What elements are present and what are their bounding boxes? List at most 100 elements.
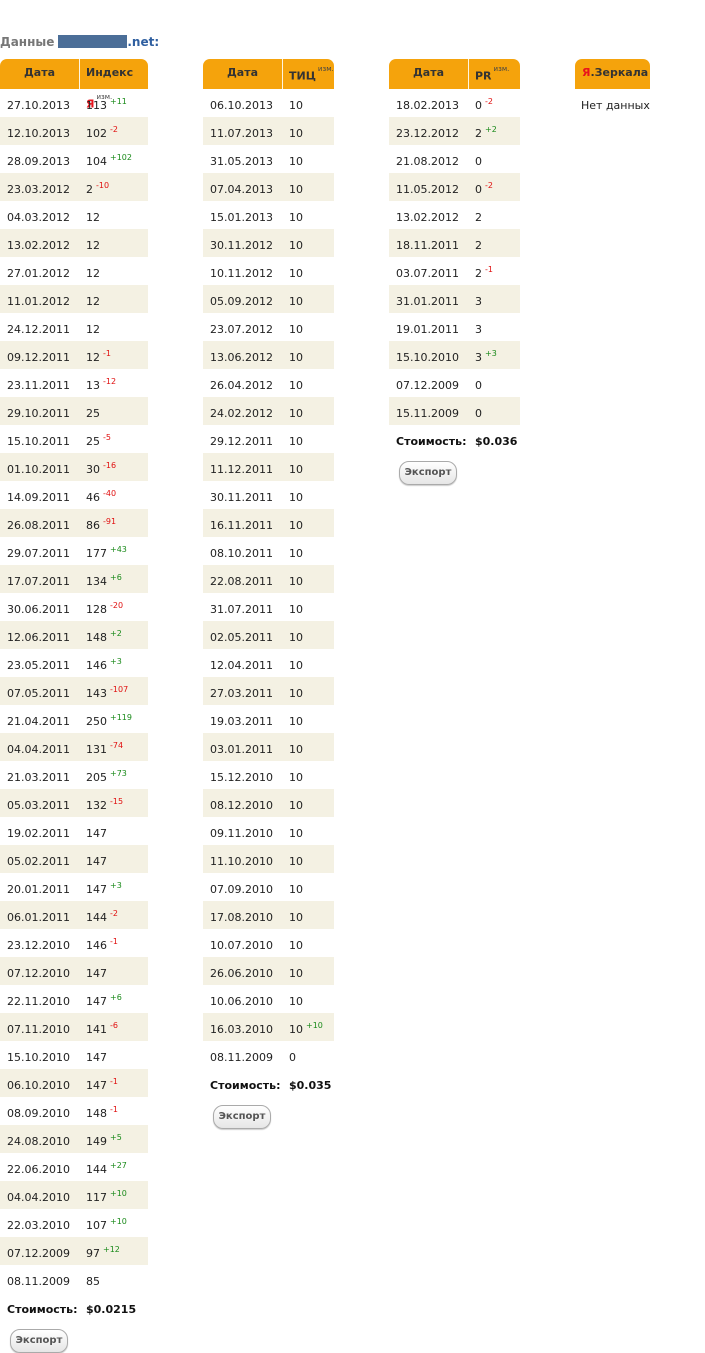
- table-row: 21.04.2011 250 +119: [0, 705, 148, 733]
- row-value-number: 12: [86, 211, 100, 224]
- row-change: -6: [110, 1021, 118, 1030]
- tic-header-value[interactable]: ТИЦизм.: [283, 59, 334, 89]
- row-change: +2: [110, 629, 122, 638]
- row-value-number: 12: [86, 295, 100, 308]
- row-change: -2: [110, 125, 118, 134]
- row-change: -12: [103, 377, 117, 386]
- table-row: 22.06.2010 144 +27: [0, 1153, 148, 1181]
- row-value-number: 2: [475, 267, 482, 280]
- row-value-number: 10: [289, 883, 303, 896]
- row-value-number: 10: [289, 323, 303, 336]
- tic-table: Дата ТИЦизм. 06.10.2013 10 11.07.2013 10 31.…: [203, 59, 334, 1129]
- mirrors-title: Я.Зеркала: [582, 59, 648, 87]
- row-value-number: 147: [86, 967, 107, 980]
- row-value-number: 104: [86, 155, 107, 168]
- page-heading: Данные .net:: [0, 35, 159, 49]
- row-value-number: 147: [86, 883, 107, 896]
- row-value-number: 128: [86, 603, 107, 616]
- row-value-number: 102: [86, 127, 107, 140]
- mirrors-header[interactable]: Я.Зеркала: [575, 59, 650, 89]
- pr-header-date[interactable]: Дата: [389, 59, 469, 89]
- row-change: +5: [110, 1133, 122, 1142]
- pr-export-button[interactable]: Экспорт: [399, 461, 457, 485]
- row-value-number: 0: [475, 407, 482, 420]
- pr-table-header: Дата PRизм.: [389, 59, 520, 89]
- table-row: 10.06.2010 10: [203, 985, 334, 1013]
- table-row: 09.12.2011 12 -1: [0, 341, 148, 369]
- row-value-number: 10: [289, 771, 303, 784]
- table-row: 19.02.2011 147: [0, 817, 148, 845]
- table-row: 15.10.2010 3 +3: [389, 341, 520, 369]
- table-row: 08.10.2011 10: [203, 537, 334, 565]
- row-value-number: 10: [289, 267, 303, 280]
- row-change: -16: [103, 461, 117, 470]
- row-value-number: 10: [289, 351, 303, 364]
- table-row: 17.08.2010 10: [203, 901, 334, 929]
- table-row: 15.10.2010 147: [0, 1041, 148, 1069]
- row-change: -10: [96, 181, 110, 190]
- row-value-number: 3: [475, 295, 482, 308]
- table-row: 11.12.2011 10: [203, 453, 334, 481]
- row-change: -15: [110, 797, 124, 806]
- yandex-header-date[interactable]: Дата: [0, 59, 80, 89]
- row-value-number: 10: [289, 799, 303, 812]
- pr-cost: Стоимость: $0.036: [389, 425, 520, 453]
- table-row: 23.05.2011 146 +3: [0, 649, 148, 677]
- row-value-number: 25: [86, 407, 100, 420]
- yandex-header-index[interactable]: Индекс Яизм.: [80, 59, 148, 111]
- table-row: 08.09.2010 148 -1: [0, 1097, 148, 1125]
- row-value-number: 147: [86, 855, 107, 868]
- table-row: 07.04.2013 10: [203, 173, 334, 201]
- table-row: 27.10.2013 113 +11: [0, 89, 148, 117]
- table-row: 23.07.2012 10: [203, 313, 334, 341]
- row-value-number: 148: [86, 631, 107, 644]
- table-row: 11.10.2010 10: [203, 845, 334, 873]
- table-row: 01.10.2011 30 -16: [0, 453, 148, 481]
- yandex-cost: Стоимость: $0.0215: [0, 1293, 148, 1321]
- table-row: 30.11.2011 10: [203, 481, 334, 509]
- row-value-number: 12: [86, 267, 100, 280]
- table-row: 30.06.2011 128 -20: [0, 593, 148, 621]
- row-value-number: 2: [86, 183, 93, 196]
- table-row: 15.10.2011 25 -5: [0, 425, 148, 453]
- table-row: 13.02.2012 12: [0, 229, 148, 257]
- table-row: 07.12.2009 97 +12: [0, 1237, 148, 1265]
- row-value-number: 147: [86, 1051, 107, 1064]
- row-value-number: 12: [86, 323, 100, 336]
- row-value-number: 2: [475, 239, 482, 252]
- pr-header-value[interactable]: PRизм.: [469, 59, 509, 89]
- tic-header-date[interactable]: Дата: [203, 59, 283, 89]
- table-row: 20.01.2011 147 +3: [0, 873, 148, 901]
- row-value-number: 12: [86, 351, 100, 364]
- tic-export-button[interactable]: Экспорт: [213, 1105, 271, 1129]
- row-value-number: 0: [475, 99, 482, 112]
- table-row: 23.12.2012 2 +2: [389, 117, 520, 145]
- tic-cost-label: Стоимость:: [210, 1079, 281, 1092]
- table-row: 13.02.2012 2: [389, 201, 520, 229]
- table-row: 16.03.2010 10 +10: [203, 1013, 334, 1041]
- table-row: 21.08.2012 0: [389, 145, 520, 173]
- table-row: 28.09.2013 104 +102: [0, 145, 148, 173]
- heading-tld[interactable]: .net: [127, 35, 154, 49]
- row-change: -74: [110, 741, 124, 750]
- table-row: 06.10.2010 147 -1: [0, 1069, 148, 1097]
- tic-header-value-label: ТИЦ: [289, 69, 316, 83]
- row-value-number: 107: [86, 1219, 107, 1232]
- row-value-number: 0: [475, 379, 482, 392]
- row-value-number: 134: [86, 575, 107, 588]
- row-value-number: 10: [289, 239, 303, 252]
- yandex-table-header: Дата Индекс Яизм.: [0, 59, 148, 111]
- table-row: 07.12.2009 0: [389, 369, 520, 397]
- mirrors-title-text: .Зеркала: [590, 66, 649, 79]
- table-row: 15.12.2010 10: [203, 761, 334, 789]
- row-value-number: 10: [289, 519, 303, 532]
- tic-table-header: Дата ТИЦизм.: [203, 59, 334, 89]
- row-value-number: 0: [475, 183, 482, 196]
- yandex-export-button[interactable]: Экспорт: [10, 1329, 68, 1353]
- row-value-number: 147: [86, 827, 107, 840]
- table-row: 06.10.2013 10: [203, 89, 334, 117]
- table-row: 07.11.2010 141 -6: [0, 1013, 148, 1041]
- yandex-cost-value: $0.0215: [86, 1303, 137, 1316]
- tic-rows: 06.10.2013 10 11.07.2013 10 31.05.2013 10 07.0…: [203, 89, 334, 1069]
- yandex-cost-label: Стоимость:: [7, 1303, 78, 1316]
